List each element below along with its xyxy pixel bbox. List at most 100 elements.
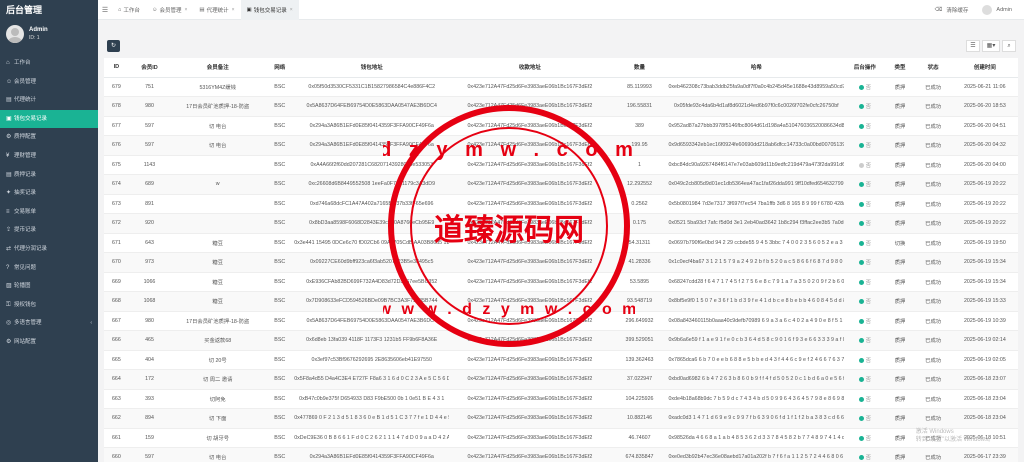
table-row[interactable]: 675 1143 BSC 0xA4A66f2f60dd207281C682071439… xyxy=(104,155,1018,175)
status-dot-icon[interactable] xyxy=(858,338,864,344)
columns-dropdown-icon[interactable]: ▦▾ xyxy=(982,40,1000,52)
top-admin-label[interactable]: Admin xyxy=(996,7,1012,13)
row-toggle[interactable]: 否 xyxy=(844,408,886,429)
status-dot-icon[interactable] xyxy=(858,162,864,168)
table-row[interactable]: 672 920 BSC 0x8bD3aa8598F6068D2843E39c9F0A8… xyxy=(104,213,1018,234)
row-toggle[interactable]: 否 xyxy=(844,350,886,370)
clear-cache-button[interactable]: 清除缓存 xyxy=(946,6,968,14)
table-row[interactable]: 668 1068 糖豆 BSC 0x7D908633eFCD594526BDe09B7B… xyxy=(104,291,1018,312)
close-icon[interactable]: × xyxy=(290,7,293,13)
tab-0[interactable]: ⌂ 工作台 xyxy=(112,0,146,20)
sidebar-item-0[interactable]: ⌂ 工作台 xyxy=(0,54,98,73)
table-row[interactable]: 667 980 17日会员矿池质押-18-防盗 BSC 0x5A8637D64FEB69… xyxy=(104,311,1018,331)
top-avatar[interactable] xyxy=(982,4,993,15)
row-toggle[interactable]: 否 xyxy=(844,135,886,156)
status-dot-icon[interactable] xyxy=(858,104,864,110)
column-header[interactable]: 后台操作 xyxy=(844,58,886,78)
sidebar-item-8[interactable]: ≡ 交易账单 xyxy=(0,203,98,222)
table-row[interactable]: 670 973 糖豆 BSC 0x09227CE60d9bff923ca6f3ab520… xyxy=(104,252,1018,273)
table-row[interactable]: 664 172 切 周二 邀请 BSC 0x5F8a4d55 D4a4C3E4 E727… xyxy=(104,369,1018,390)
row-toggle[interactable]: 否 xyxy=(844,369,886,390)
status-dot-icon[interactable] xyxy=(858,357,864,363)
row-toggle[interactable]: 否 xyxy=(844,233,886,253)
list-view-icon[interactable]: ☰ xyxy=(966,40,980,52)
clear-cache-icon[interactable]: ⌫ xyxy=(935,7,943,13)
row-toggle[interactable]: 否 xyxy=(844,96,886,117)
table-row[interactable]: 666 465 买金返款68 BSC 0x6d8eb 13fa039 4118F 117… xyxy=(104,330,1018,351)
status-dot-icon[interactable] xyxy=(858,260,864,266)
search-icon[interactable]: ⌕ xyxy=(1002,40,1016,52)
column-header[interactable]: 数量 xyxy=(610,58,669,78)
refresh-button[interactable]: ↻ xyxy=(107,40,120,52)
table-row[interactable]: 679 751 5316YM4Z缓钱 BSC 0x05f50d3530CF5331C1B… xyxy=(104,77,1018,97)
status-dot-icon[interactable] xyxy=(858,435,864,441)
column-header[interactable]: 网络 xyxy=(265,58,295,78)
column-header[interactable]: 哈希 xyxy=(668,58,845,78)
row-toggle[interactable]: 否 xyxy=(844,155,886,175)
sidebar-item-9[interactable]: ⇪ 提币记录 xyxy=(0,221,98,240)
row-toggle[interactable]: 否 xyxy=(844,272,886,292)
table-row[interactable]: 660 597 切 电台 BSC 0x294a3A86B1EFd0E85f0414359… xyxy=(104,447,1018,462)
column-header[interactable]: 类型 xyxy=(885,58,915,78)
table-row[interactable]: 677 597 切 电台 BSC 0x294a3A86B1EFd0E85f0414359… xyxy=(104,116,1018,136)
row-toggle[interactable]: 否 xyxy=(844,330,886,351)
status-dot-icon[interactable] xyxy=(858,201,864,207)
close-icon[interactable]: × xyxy=(232,7,235,13)
tab-3[interactable]: ▣ 钱包交易记录 × xyxy=(240,0,299,20)
row-toggle[interactable]: 否 xyxy=(844,77,886,97)
avatar[interactable] xyxy=(6,25,24,43)
sidebar-item-12[interactable]: ▨ 轮播图 xyxy=(0,277,98,296)
status-dot-icon[interactable] xyxy=(858,240,864,246)
status-dot-icon[interactable] xyxy=(858,377,864,383)
sidebar-item-7[interactable]: ✦ 抽奖记录 xyxy=(0,184,98,203)
status-dot-icon[interactable] xyxy=(858,455,864,461)
column-header[interactable]: 会员备注 xyxy=(170,58,266,78)
close-icon[interactable]: × xyxy=(184,7,187,13)
row-toggle[interactable]: 否 xyxy=(844,389,886,409)
sidebar-item-5[interactable]: ¥ 理财管理 xyxy=(0,147,98,166)
status-dot-icon[interactable] xyxy=(858,143,864,149)
row-toggle[interactable]: 否 xyxy=(844,213,886,234)
sidebar-item-10[interactable]: ⇄ 代理分润记录 xyxy=(0,240,98,259)
status-dot-icon[interactable] xyxy=(858,396,864,402)
table-row[interactable]: 662 894 切 下面 BSC 0x477869 0 F 2 1 3 d 5 1 8 … xyxy=(104,408,1018,429)
table-row[interactable]: 676 597 切 电台 BSC 0x294a3A86B1EFd0E85f0414359… xyxy=(104,135,1018,156)
row-toggle[interactable]: 否 xyxy=(844,291,886,312)
table-row[interactable]: 661 159 切 胡牙号 BSC 0xDeC9E36 0 B 8 6 6 1 F d … xyxy=(104,428,1018,448)
status-dot-icon[interactable] xyxy=(858,318,864,324)
sidebar-item-2[interactable]: ▤ 代理统计 xyxy=(0,91,98,110)
row-toggle[interactable]: 否 xyxy=(844,194,886,214)
row-toggle[interactable]: 否 xyxy=(844,174,886,195)
table-row[interactable]: 671 643 糖豆 BSC 0x3e441 15495 0DCe6c70 fD02Cb… xyxy=(104,233,1018,253)
status-dot-icon[interactable] xyxy=(858,299,864,305)
tab-1[interactable]: ☺ 会员管理 × xyxy=(146,0,194,20)
sidebar-item-4[interactable]: ⚙ 质押配置 xyxy=(0,128,98,147)
row-toggle[interactable]: 否 xyxy=(844,447,886,462)
table-row[interactable]: 665 404 切 20号 BSC 0x3ef97c53Bf9676292695 2E8… xyxy=(104,350,1018,370)
status-dot-icon[interactable] xyxy=(858,221,864,227)
user-profile[interactable]: Admin ID: 1 xyxy=(0,20,98,48)
column-header[interactable]: 会员ID xyxy=(128,58,171,78)
sidebar-item-6[interactable]: ▤ 质押记录 xyxy=(0,166,98,185)
row-toggle[interactable]: 否 xyxy=(844,428,886,448)
sidebar-item-13[interactable]: ⚿ 授权钱包 xyxy=(0,296,98,315)
row-toggle[interactable]: 否 xyxy=(844,311,886,331)
table-row[interactable]: 673 891 BSC 0xd746a68dcFC1A47A402a7165B0f37… xyxy=(104,194,1018,214)
status-dot-icon[interactable] xyxy=(858,279,864,285)
table-row[interactable]: 669 1066 糖豆 BSC 0xE936CFAb82BD699F732A4D83d7… xyxy=(104,272,1018,292)
table-row[interactable]: 674 689 w BSC 0xc26608d6B8449552508 1eeFa0F7… xyxy=(104,174,1018,195)
row-toggle[interactable]: 否 xyxy=(844,116,886,136)
status-dot-icon[interactable] xyxy=(858,416,864,422)
menu-toggle-icon[interactable]: ☰ xyxy=(98,6,112,14)
status-dot-icon[interactable] xyxy=(858,84,864,90)
column-header[interactable]: 状态 xyxy=(914,58,952,78)
status-dot-icon[interactable] xyxy=(858,123,864,129)
sidebar-item-11[interactable]: ? 常见问题 xyxy=(0,259,98,278)
column-header[interactable]: 收款地址 xyxy=(449,58,611,78)
table-row[interactable]: 678 980 17日会员矿池质押-18-防盗 BSC 0x5A8637D64FEB69… xyxy=(104,96,1018,117)
sidebar-item-15[interactable]: ⚙ 网站配置 xyxy=(0,333,98,352)
sidebar-item-1[interactable]: ☺ 会员管理 xyxy=(0,73,98,92)
sidebar-item-3[interactable]: ▣ 钱包交易记录 xyxy=(0,109,98,129)
row-toggle[interactable]: 否 xyxy=(844,252,886,273)
table-row[interactable]: 663 393 切阿免 BSC 0xB47c0b9e375f D654933 D83 F… xyxy=(104,389,1018,409)
